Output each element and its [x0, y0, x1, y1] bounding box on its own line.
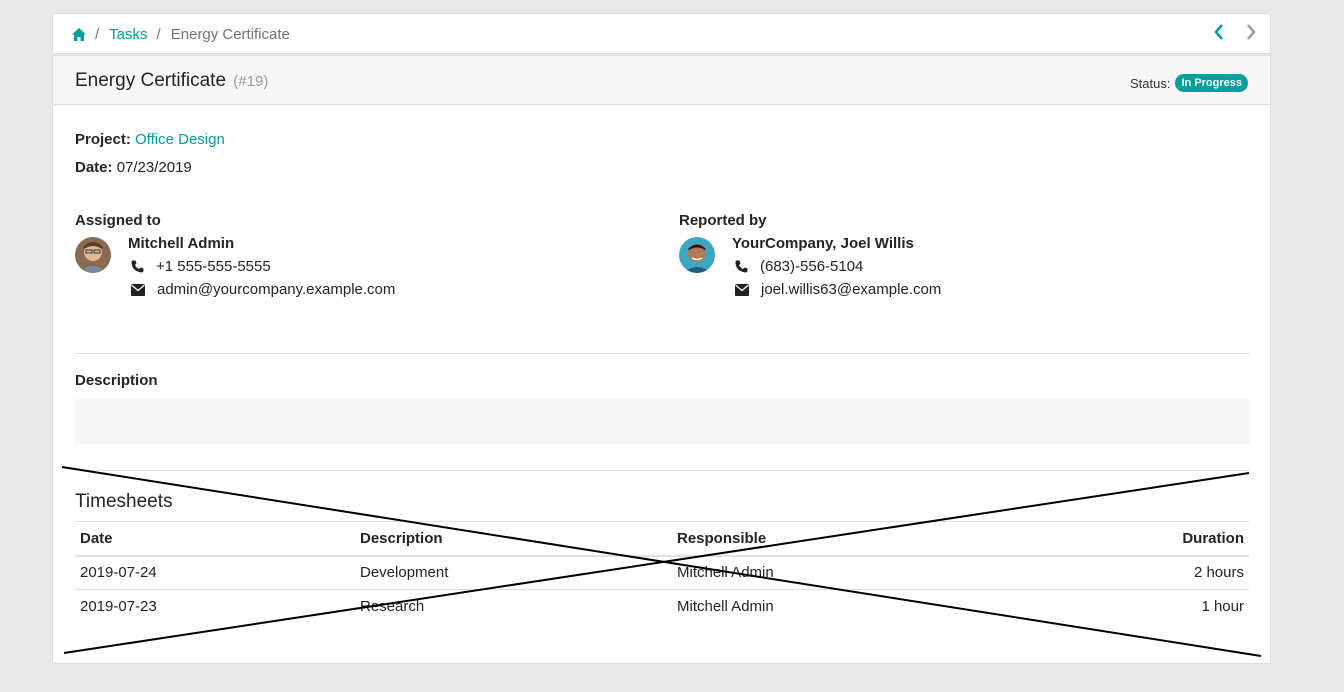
home-icon[interactable] [72, 28, 86, 41]
envelope-icon [732, 283, 761, 296]
cell-responsible: Mitchell Admin [677, 564, 774, 582]
assignee-phone-value: +1 555-555-5555 [156, 258, 271, 275]
chevron-left-icon[interactable] [1214, 24, 1224, 40]
divider [75, 353, 1250, 354]
task-title: Energy Certificate [75, 70, 227, 91]
timesheets-table: Date Description Responsible Duration 20… [75, 521, 1249, 624]
date-label: Date: [75, 159, 113, 176]
chevron-right-icon[interactable] [1246, 24, 1256, 40]
envelope-icon [128, 283, 157, 296]
reporter-email: joel.willis63@example.com [732, 281, 941, 298]
assigned-to-block: Assigned to Mitchell Admin +1 555-555-55… [75, 212, 635, 302]
status-badge: In Progress [1175, 74, 1248, 92]
status: Status: In Progress [1130, 74, 1248, 92]
breadcrumb: / Tasks / Energy Certificate [72, 26, 290, 43]
cell-responsible: Mitchell Admin [677, 598, 774, 616]
cell-date: 2019-07-23 [80, 598, 157, 616]
project-label: Project: [75, 131, 131, 148]
column-header-responsible: Responsible [677, 529, 767, 547]
card-header: Energy Certificate (#19) Status: In Prog… [53, 55, 1270, 105]
timesheets-heading: Timesheets [75, 491, 173, 512]
cell-description: Research [360, 598, 425, 616]
breadcrumb-current: Energy Certificate [170, 26, 290, 43]
avatar [75, 237, 111, 273]
project-field: Project: Office Design [75, 131, 225, 148]
table-row: 2019-07-23 Research Mitchell Admin 1 hou… [75, 590, 1249, 624]
assignee-email-value: admin@yourcompany.example.com [157, 281, 396, 298]
column-header-duration: Duration [1182, 529, 1244, 547]
breadcrumb-tasks-link[interactable]: Tasks [109, 26, 147, 43]
reporter-phone-value: (683)-556-5104 [760, 258, 864, 275]
task-ref: (#19) [233, 73, 269, 90]
cell-duration: 1 hour [1201, 598, 1244, 616]
table-row: 2019-07-24 Development Mitchell Admin 2 … [75, 556, 1249, 590]
record-pager [1214, 24, 1256, 40]
reporter-name: YourCompany, Joel Willis [732, 235, 914, 252]
cell-duration: 2 hours [1193, 564, 1244, 582]
date-value: 07/23/2019 [116, 159, 192, 176]
page-title: Energy Certificate (#19) [75, 70, 268, 92]
date-field: Date: 07/23/2019 [75, 159, 192, 176]
reported-heading: Reported by [679, 212, 767, 229]
assignee-name: Mitchell Admin [128, 235, 235, 252]
description-content [75, 399, 1250, 444]
task-card: Energy Certificate (#19) Status: In Prog… [52, 55, 1271, 664]
divider [75, 470, 1250, 471]
assigned-heading: Assigned to [75, 212, 161, 229]
phone-icon [128, 260, 156, 273]
project-link[interactable]: Office Design [135, 131, 225, 148]
assignee-phone: +1 555-555-5555 [128, 258, 271, 275]
breadcrumb-separator: / [156, 26, 161, 43]
description-heading: Description [75, 372, 158, 389]
assignee-email: admin@yourcompany.example.com [128, 281, 395, 298]
breadcrumb-bar: / Tasks / Energy Certificate [52, 13, 1271, 54]
column-header-date: Date [80, 529, 113, 547]
avatar [679, 237, 715, 273]
cell-date: 2019-07-24 [80, 564, 157, 582]
column-header-description: Description [360, 529, 443, 547]
cell-description: Development [360, 564, 449, 582]
reporter-email-value: joel.willis63@example.com [761, 281, 942, 298]
phone-icon [732, 260, 760, 273]
breadcrumb-separator: / [95, 26, 100, 43]
reporter-phone: (683)-556-5104 [732, 258, 863, 275]
table-header-row: Date Description Responsible Duration [75, 521, 1249, 556]
reported-by-block: Reported by YourCompany, Joel Willis (68… [679, 212, 1239, 302]
status-label: Status: [1130, 75, 1171, 91]
